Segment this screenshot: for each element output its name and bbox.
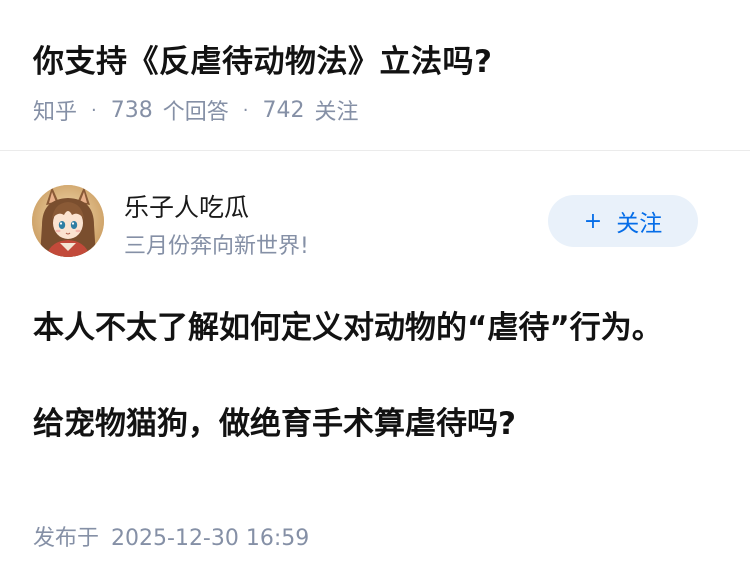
publish-info: 发布于 2025-12-30 16:59: [33, 520, 309, 552]
publish-time: 2025-12-30 16:59: [111, 526, 310, 551]
question-title[interactable]: 你支持《反虐待动物法》立法吗?: [33, 36, 492, 81]
divider: [0, 150, 750, 151]
publish-label: 发布于: [33, 526, 100, 551]
answer-count-label[interactable]: 个回答: [163, 94, 229, 126]
answer-count: 738: [110, 97, 153, 123]
plus-icon: +: [583, 208, 603, 234]
follower-count-label[interactable]: 关注: [315, 94, 359, 126]
author-bio: 三月份奔向新世界!: [124, 234, 309, 259]
answer-page: 你支持《反虐待动物法》立法吗? 知乎 · 738 个回答 · 742 关注 乐子…: [0, 0, 750, 586]
follow-button[interactable]: + 关注: [548, 195, 698, 247]
author-name[interactable]: 乐子人吃瓜: [124, 188, 249, 224]
follower-count: 742: [262, 97, 305, 123]
follow-button-label: 关注: [616, 211, 663, 237]
answer-content: 本人不太了解如何定义对动物的“虐待”行为。 给宠物猫狗，做绝育手术算虐待吗?: [33, 304, 713, 448]
answer-paragraph: 本人不太了解如何定义对动物的“虐待”行为。: [33, 310, 663, 346]
anime-girl-avatar-icon[interactable]: [32, 185, 104, 257]
avatar-image: [32, 185, 104, 257]
source-label[interactable]: 知乎: [33, 94, 77, 126]
separator-dot: ·: [242, 99, 249, 121]
question-meta: 知乎 · 738 个回答 · 742 关注: [33, 94, 359, 126]
separator-dot: ·: [91, 99, 97, 121]
answer-paragraph: 给宠物猫狗，做绝育手术算虐待吗?: [33, 406, 516, 442]
